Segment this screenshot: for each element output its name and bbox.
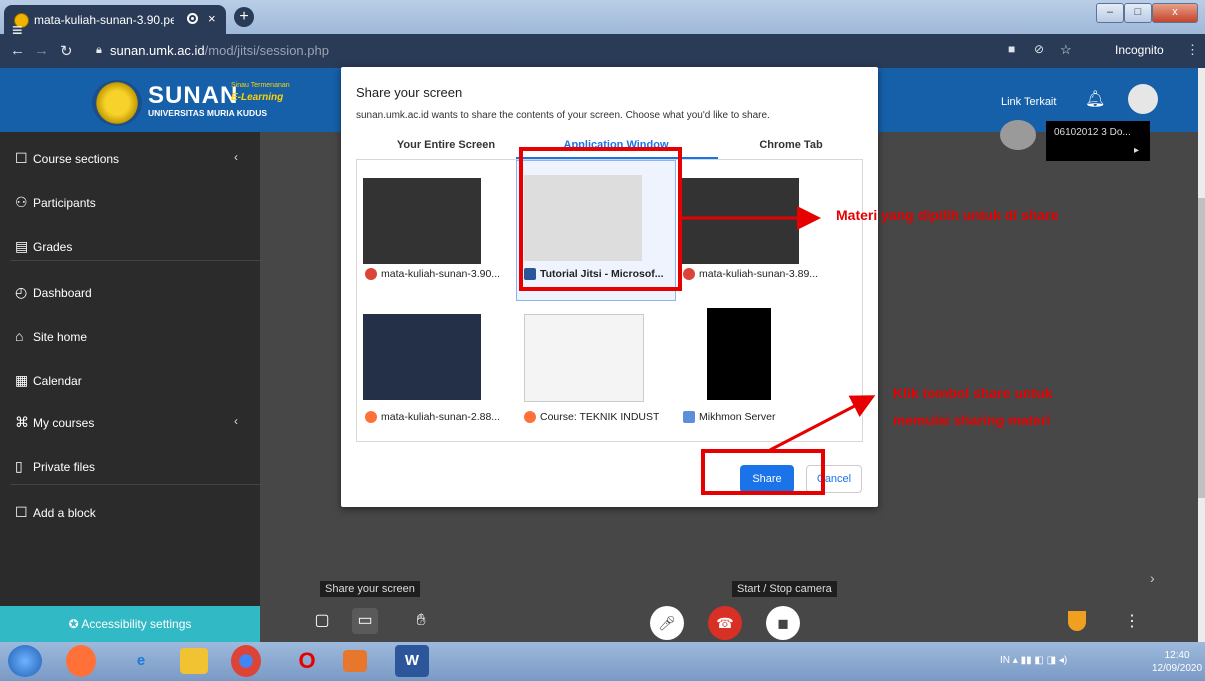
system-tray[interactable]: IN ▴ ▮▮ ◧ ◨ ◂)	[1000, 655, 1067, 666]
word-icon[interactable]: W	[395, 645, 429, 677]
annotation-pilih-text: Materi yang dipilih untuk di share	[836, 207, 1059, 223]
taskbar-clock[interactable]: 12:40 12/09/2020	[1152, 649, 1202, 675]
clock-date: 12/09/2020	[1152, 663, 1203, 674]
windows-taskbar: e O W IN ▴ ▮▮ ◧ ◨ ◂)	[0, 642, 1205, 681]
annotation-share-text-line1: Klik tombol share untuk	[893, 385, 1053, 401]
clock-time: 12:40	[1164, 650, 1190, 661]
start-button-icon[interactable]	[8, 645, 42, 677]
firefox-icon[interactable]	[66, 645, 96, 677]
internet-explorer-icon[interactable]: e	[124, 645, 158, 677]
arrow-to-share	[769, 395, 876, 452]
chrome-icon[interactable]	[231, 645, 261, 677]
opera-icon[interactable]: O	[290, 645, 324, 677]
language-indicator: IN	[1000, 655, 1010, 666]
file-explorer-icon[interactable]	[180, 648, 208, 674]
office-app-icon[interactable]	[343, 650, 367, 672]
annotation-arrows	[682, 206, 876, 452]
annotation-share-text-line2: memulai sharing materi	[893, 412, 1051, 428]
